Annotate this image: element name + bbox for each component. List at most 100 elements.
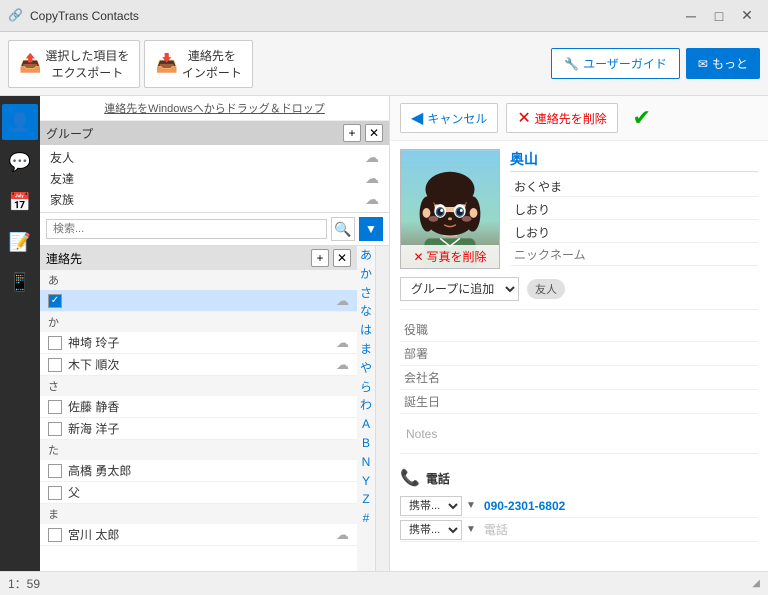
delete-icon: ✕ — [517, 108, 530, 128]
contact-name: 高橋 勇太郎 — [68, 462, 349, 479]
role-field[interactable] — [400, 320, 758, 340]
contact-row[interactable]: 高橋 勇太郎 — [40, 460, 357, 482]
cloud-icon: ☁ — [336, 357, 349, 373]
phone-section-label: 電話 — [426, 470, 450, 487]
notes-placeholder: Notes — [406, 427, 437, 441]
groups-list: 友人 ☁ 友達 ☁ 家族 ☁ — [40, 145, 389, 212]
phone-value-1: 090-2301-6802 — [480, 496, 758, 516]
title-bar: 🔗 CopyTrans Contacts ─ □ ✕ — [0, 0, 768, 32]
first-name-field[interactable] — [510, 199, 758, 220]
contact-main-name: 奥山 — [510, 149, 758, 172]
contact-row[interactable]: 木下 順次 ☁ — [40, 354, 357, 376]
sidebar-device-icon[interactable]: 📱 — [2, 264, 38, 300]
contact-checkbox[interactable] — [48, 358, 62, 372]
window-controls: ─ □ ✕ — [678, 6, 760, 26]
contact-group-label: た — [40, 440, 357, 460]
first-name-reading-field[interactable] — [510, 222, 758, 243]
more-button[interactable]: ✉ もっと — [686, 48, 760, 79]
sidebar-messages-icon[interactable]: 💬 — [2, 144, 38, 180]
cloud-icon: ☁ — [336, 335, 349, 351]
contact-row[interactable]: 宮川 太郎 ☁ — [40, 524, 357, 546]
contact-checkbox[interactable] — [48, 400, 62, 414]
add-to-group-select[interactable]: グループに追加 — [400, 277, 519, 301]
nickname-field[interactable] — [510, 245, 758, 266]
contact-checkbox[interactable]: ✓ — [48, 294, 62, 308]
status-bar: 1：59 ◢ — [0, 571, 768, 595]
close-button[interactable]: ✕ — [734, 6, 760, 26]
groups-header: グループ + ✕ — [40, 121, 389, 145]
scrollbar[interactable] — [375, 246, 389, 571]
contacts-list-header: 連絡先 + ✕ — [40, 246, 357, 270]
contact-name: 木下 順次 — [68, 356, 336, 373]
guide-button[interactable]: 🔧 ユーザーガイド — [551, 48, 680, 79]
contact-row[interactable]: 神埼 玲子 ☁ — [40, 332, 357, 354]
export-icon: 📤 — [19, 53, 41, 74]
contact-detail: ✕ 写真を削除 奥山 グループに追加 友人 — [390, 141, 768, 462]
search-input[interactable] — [46, 219, 327, 239]
cloud-icon: ☁ — [336, 527, 349, 543]
group-item[interactable]: 友達 ☁ — [40, 168, 389, 189]
birthday-field-row — [400, 390, 758, 414]
toolbar-right: 🔧 ユーザーガイド ✉ もっと — [551, 48, 760, 79]
birthday-field[interactable] — [400, 392, 758, 412]
contact-row[interactable]: 父 — [40, 482, 357, 504]
contact-checkbox[interactable] — [48, 486, 62, 500]
phone-row: 携帯... ▼ 電話 — [400, 518, 758, 542]
contact-row[interactable]: ✓ ☁ — [40, 290, 357, 312]
phone-type-select-2[interactable]: 携帯... — [400, 520, 462, 540]
contact-checkbox[interactable] — [48, 422, 62, 436]
remove-group-button[interactable]: ✕ — [365, 124, 383, 142]
group-item[interactable]: 友人 ☁ — [40, 147, 389, 168]
group-item[interactable]: 家族 ☁ — [40, 189, 389, 210]
phone-chevron-icon: ▼ — [466, 500, 476, 511]
notes-field-row: Notes — [400, 414, 758, 454]
import-button[interactable]: 📥 連絡先を インポート — [144, 40, 252, 88]
search-button[interactable]: 🔍 — [331, 217, 355, 241]
confirm-button[interactable]: ✔ — [626, 102, 658, 134]
contact-row[interactable]: 新海 洋子 — [40, 418, 357, 440]
delete-contact-button[interactable]: ✕ 連絡先を削除 — [506, 103, 617, 133]
sidebar-contacts-icon[interactable]: 👤 — [2, 104, 38, 140]
photo-area: ✕ 写真を削除 — [400, 149, 500, 269]
add-group-button[interactable]: + — [343, 124, 361, 142]
name-reading-field[interactable] — [510, 176, 758, 197]
contact-checkbox[interactable] — [48, 464, 62, 478]
phone-section: 📞 電話 携帯... ▼ 090-2301-6802 携帯... ▼ 電話 — [390, 462, 768, 548]
export-button[interactable]: 📤 選択した項目を エクスポート — [8, 40, 140, 88]
contact-row[interactable]: 佐藤 静香 — [40, 396, 357, 418]
group-tag: 友人 — [527, 279, 565, 299]
sidebar-calendar-icon[interactable]: 📅 — [2, 184, 38, 220]
alpha-index: あ か さ な は ま や ら わ A B N Y Z # — [357, 246, 375, 571]
status-time: 1：59 — [8, 575, 40, 592]
add-to-group-row: グループに追加 友人 — [400, 277, 758, 310]
contact-name: 宮川 太郎 — [68, 526, 336, 543]
company-field[interactable] — [400, 368, 758, 388]
contact-checkbox[interactable] — [48, 336, 62, 350]
more-icon: ✉ — [698, 57, 708, 71]
cloud-icon: ☁ — [365, 170, 379, 187]
phone-type-select-1[interactable]: 携帯... — [400, 496, 462, 516]
cancel-button[interactable]: ◀ キャンセル — [400, 103, 498, 133]
minimize-button[interactable]: ─ — [678, 6, 704, 26]
maximize-button[interactable]: □ — [706, 6, 732, 26]
guide-icon: 🔧 — [564, 57, 579, 71]
phone-chevron-icon: ▼ — [466, 524, 476, 535]
department-field[interactable] — [400, 344, 758, 364]
drag-hint: 連絡先をWindowsへからドラッグ＆ドロップ — [40, 96, 389, 121]
photo-delete-button[interactable]: ✕ 写真を削除 — [401, 245, 499, 268]
detail-toolbar: ◀ キャンセル ✕ 連絡先を削除 ✔ — [390, 96, 768, 141]
import-label: 連絡先を インポート — [182, 47, 242, 81]
form-fields: Notes — [400, 318, 758, 454]
role-field-row — [400, 318, 758, 342]
remove-contact-button[interactable]: ✕ — [333, 249, 351, 267]
phone-icon: 📞 — [400, 468, 420, 488]
cloud-icon: ☁ — [365, 149, 379, 166]
add-contact-button[interactable]: + — [311, 249, 329, 267]
contact-checkbox[interactable] — [48, 528, 62, 542]
photo-row: ✕ 写真を削除 奥山 — [400, 149, 758, 269]
company-field-row — [400, 366, 758, 390]
main-layout: 👤 💬 📅 📝 📱 連絡先をWindowsへからドラッグ＆ドロップ グループ +… — [0, 96, 768, 571]
resize-handle[interactable]: ◢ — [752, 578, 760, 589]
filter-button[interactable]: ▼ — [359, 217, 383, 241]
sidebar-notes-icon[interactable]: 📝 — [2, 224, 38, 260]
